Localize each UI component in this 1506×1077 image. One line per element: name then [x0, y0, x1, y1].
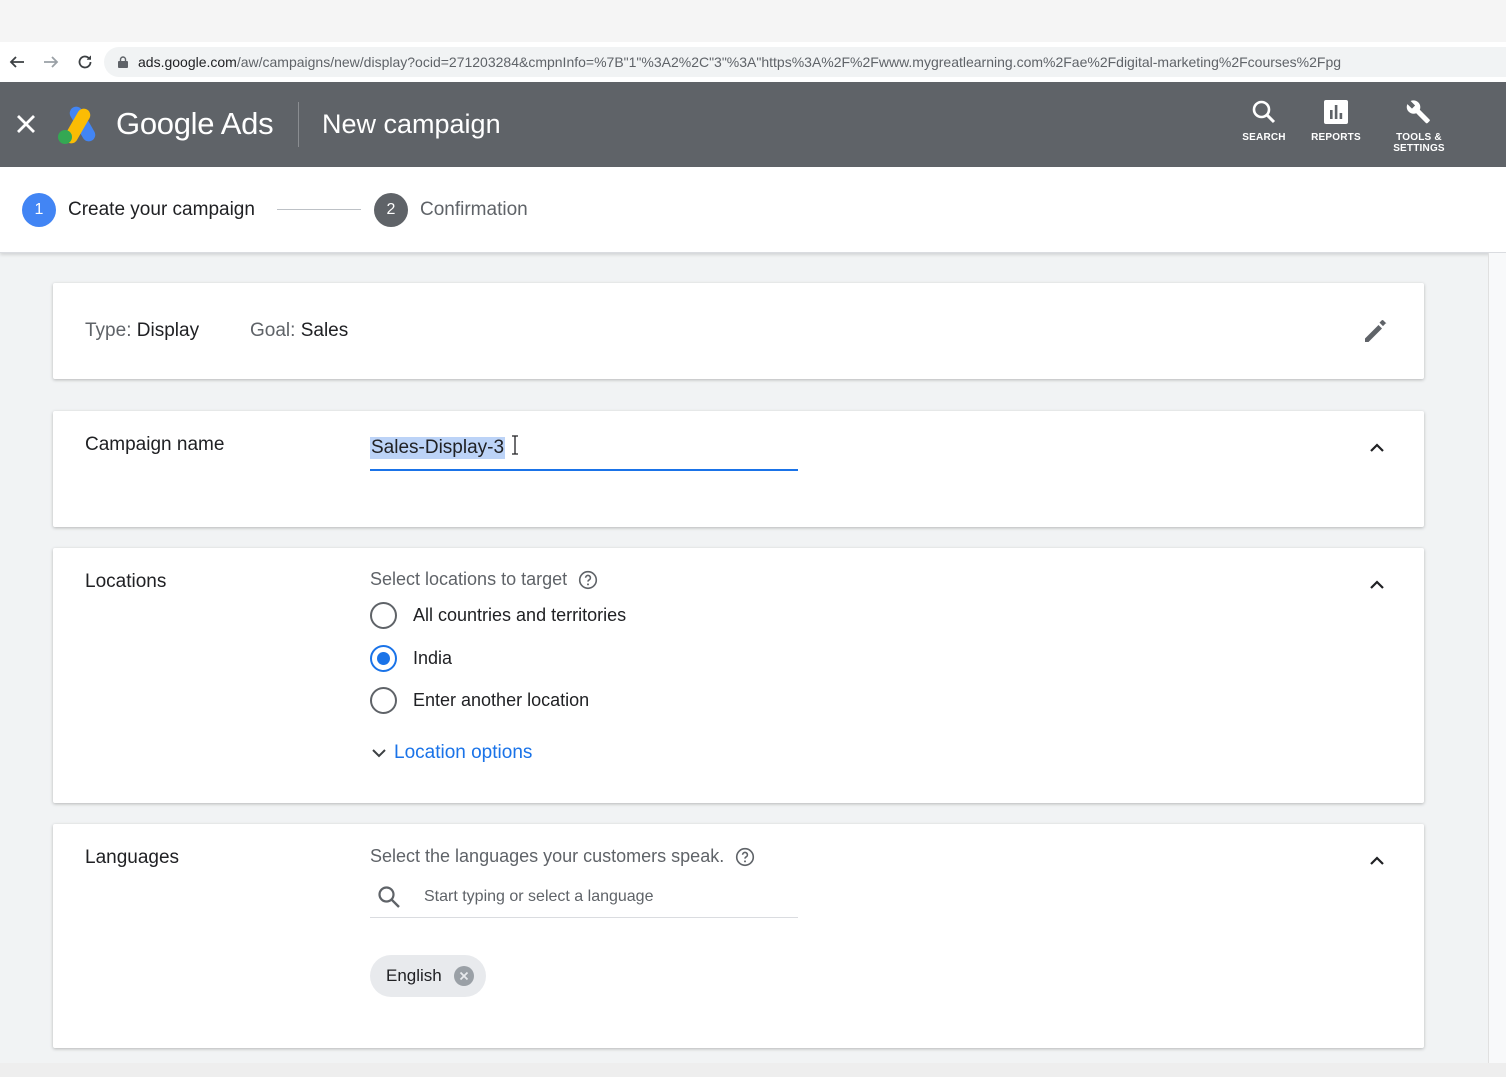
languages-hint: Select the languages your customers spea… — [370, 846, 755, 867]
location-option-all[interactable]: All countries and territories — [370, 602, 626, 629]
app-header: Google Ads New campaign SEARCH REPORTS T… — [0, 82, 1506, 167]
google-ads-logo-icon — [58, 106, 96, 144]
campaign-stepper: 1 Create your campaign 2 Confirmation — [0, 167, 1506, 253]
search-button[interactable]: SEARCH — [1229, 98, 1299, 143]
arrow-left-icon — [9, 56, 24, 68]
type-label: Type: — [85, 320, 132, 341]
language-search-input[interactable] — [424, 887, 784, 906]
location-option-label: India — [413, 648, 453, 668]
step-1-label: Create your campaign — [68, 199, 255, 220]
reports-button-label: REPORTS — [1311, 132, 1361, 143]
location-options-label: Location options — [394, 742, 533, 763]
search-icon — [378, 885, 400, 908]
campaign-name-input[interactable]: Sales-Display-3 — [370, 433, 798, 471]
browser-tabstrip — [0, 0, 1506, 42]
arrow-right-icon — [44, 56, 59, 68]
chevron-down-icon — [372, 749, 386, 758]
location-option-india[interactable]: India — [370, 645, 452, 672]
campaign-name-title: Campaign name — [85, 434, 225, 455]
help-icon[interactable] — [578, 570, 598, 590]
campaign-summary-card: Type: Display Goal: Sales — [53, 283, 1424, 379]
locations-hint-text: Select locations to target — [370, 569, 568, 589]
location-option-label: Enter another location — [413, 690, 590, 710]
step-1-number: 1 — [22, 193, 56, 227]
tools-settings-button-label: TOOLS & SETTINGS — [1393, 132, 1445, 154]
location-options-link[interactable]: Location options — [370, 742, 532, 764]
reports-icon — [1324, 100, 1348, 124]
search-button-label: SEARCH — [1242, 132, 1286, 143]
type-value: Display — [136, 320, 200, 341]
location-option-other[interactable]: Enter another location — [370, 687, 589, 714]
page-title: New campaign — [322, 109, 501, 139]
goal-summary: Goal: Sales — [250, 320, 348, 342]
reload-button[interactable] — [68, 47, 102, 77]
brand-name: Google Ads — [116, 106, 274, 141]
campaign-name-value: Sales-Display-3 — [370, 437, 506, 459]
forward-button[interactable] — [34, 47, 68, 77]
radio-button[interactable] — [370, 687, 397, 714]
languages-card: Languages Select the languages your cust… — [53, 824, 1424, 1048]
step-connector — [277, 209, 361, 210]
locations-hint: Select locations to target — [370, 569, 598, 590]
languages-hint-text: Select the languages your customers spea… — [370, 846, 725, 866]
url-path: /aw/campaigns/new/display?ocid=271203284… — [236, 54, 1342, 70]
language-search-field[interactable] — [370, 876, 798, 918]
wrench-icon — [1406, 100, 1430, 124]
locations-card: Locations Select locations to target All… — [53, 548, 1424, 803]
scrollbar[interactable] — [1488, 253, 1506, 1063]
reload-icon — [78, 55, 92, 69]
language-chip-english: English — [370, 955, 486, 997]
goal-label: Goal: — [250, 320, 296, 341]
url-bar[interactable]: ads.google.com/aw/campaigns/new/display?… — [104, 47, 1506, 77]
url-host: ads.google.com — [138, 54, 237, 70]
radio-button[interactable] — [370, 602, 397, 629]
goal-value: Sales — [300, 320, 349, 341]
step-2-label: Confirmation — [420, 199, 528, 220]
campaign-name-card: Campaign name Sales-Display-3 — [53, 411, 1424, 527]
header-divider — [298, 102, 299, 147]
lock-icon — [118, 56, 128, 68]
reports-button[interactable]: REPORTS — [1301, 98, 1371, 143]
back-button[interactable] — [0, 47, 34, 77]
tools-settings-button[interactable]: TOOLS & SETTINGS — [1384, 98, 1454, 154]
search-icon — [1252, 100, 1276, 124]
browser-toolbar: ads.google.com/aw/campaigns/new/display?… — [0, 42, 1506, 82]
languages-title: Languages — [85, 847, 180, 868]
language-chip-label: English — [386, 966, 442, 985]
pencil-icon[interactable] — [1362, 317, 1390, 345]
remove-chip-icon[interactable] — [453, 966, 474, 986]
text-cursor-icon — [512, 435, 518, 455]
locations-title: Locations — [85, 571, 167, 592]
close-icon[interactable] — [12, 110, 40, 138]
type-summary: Type: Display — [85, 320, 199, 342]
chevron-up-icon[interactable] — [1366, 437, 1388, 459]
step-2-number: 2 — [374, 193, 408, 227]
location-option-label: All countries and territories — [413, 605, 627, 625]
chevron-up-icon[interactable] — [1366, 574, 1388, 596]
page-footer-strip — [0, 1063, 1506, 1077]
help-icon[interactable] — [735, 847, 755, 867]
radio-button-checked[interactable] — [370, 645, 397, 672]
chevron-up-icon[interactable] — [1366, 850, 1388, 872]
